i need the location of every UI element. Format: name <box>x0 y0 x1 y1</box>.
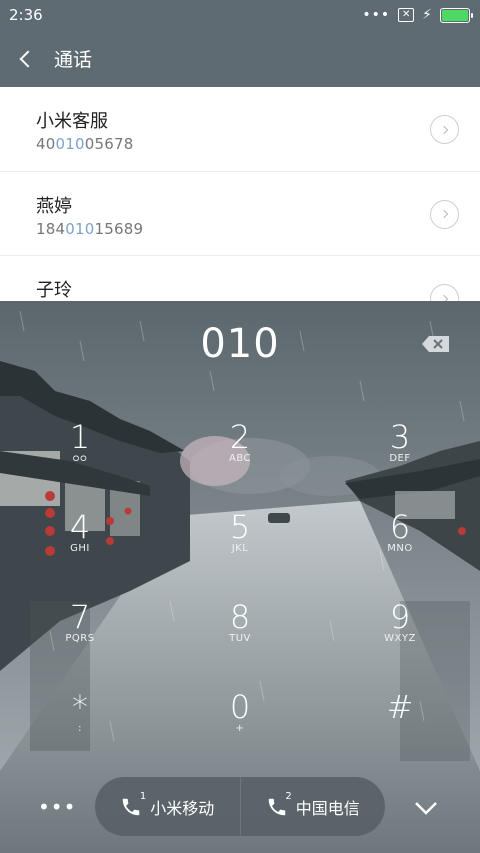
battery-fill <box>442 9 468 21</box>
voicemail-icon: ᴑᴑ <box>72 453 88 464</box>
dialed-number: 010 <box>200 321 280 367</box>
key-digit: 4 <box>69 508 91 546</box>
sim-x-icon: ✕ <box>398 8 415 22</box>
key-digit: # <box>386 688 414 726</box>
key-digit: * <box>72 688 88 726</box>
phone-sim2-icon: 2 <box>266 791 292 818</box>
key-letters: TUV <box>229 633 251 644</box>
number-suffix: 05678 <box>84 135 134 153</box>
app-header: 通话 <box>0 30 480 87</box>
contact-detail-button[interactable] <box>430 115 459 144</box>
key-letters: GHI <box>70 543 90 554</box>
more-options-button[interactable]: ••• <box>38 795 75 819</box>
contact-detail-button[interactable] <box>430 199 459 229</box>
contact-number: 4001005678 <box>36 135 133 153</box>
key-digit: 3 <box>389 418 411 456</box>
key-4[interactable]: 4 GHI <box>20 509 140 589</box>
contact-list[interactable]: 小米客服 4001005678 燕婷 18401015689 子玲 <box>0 87 480 301</box>
number-prefix: 40 <box>36 135 56 153</box>
key-digit: 0 <box>229 688 251 726</box>
key-letters: ABC <box>228 453 251 464</box>
key-digit: 6 <box>389 508 411 546</box>
key-letters: : <box>78 723 82 734</box>
chevron-down-icon <box>415 802 437 815</box>
backspace-icon <box>422 336 449 352</box>
contact-name: 小米客服 <box>36 111 108 132</box>
collapse-dialpad-button[interactable] <box>413 798 439 818</box>
sim-slot-number: 1 <box>139 790 147 802</box>
key-5[interactable]: 5 JKL <box>180 509 300 589</box>
list-item[interactable]: 小米客服 4001005678 <box>0 87 480 172</box>
key-digit: 8 <box>229 598 251 636</box>
key-digit: 2 <box>229 418 251 456</box>
key-digit: 9 <box>389 598 411 636</box>
sim1-label: 小米移动 <box>150 798 215 818</box>
key-1[interactable]: 1 ᴑᴑ <box>20 419 140 499</box>
key-star[interactable]: *: <box>20 689 140 769</box>
list-item[interactable]: 子玲 <box>0 256 480 301</box>
key-letters: PQRS <box>65 633 95 644</box>
contact-name: 子玲 <box>36 280 72 301</box>
chevron-left-icon <box>19 50 37 67</box>
more-dots-icon: ••• <box>362 7 391 23</box>
key-6[interactable]: 6 MNO <box>340 509 460 589</box>
number-suffix: 15689 <box>94 219 144 238</box>
key-digit: 1 <box>69 418 91 456</box>
key-letters: + <box>235 723 245 734</box>
backspace-button[interactable] <box>421 334 451 354</box>
chevron-right-icon <box>439 209 448 219</box>
contact-number: 18401015689 <box>36 220 143 238</box>
number-match: 010 <box>65 219 95 238</box>
chevron-right-icon <box>439 125 448 134</box>
back-button[interactable] <box>0 30 54 87</box>
status-bar: 2:36 ••• ✕ ⚡ <box>0 0 480 30</box>
key-2[interactable]: 2 ABC <box>180 419 300 499</box>
dialpad-panel: 010 1 ᴑᴑ 2 ABC 3 DEF 4 GHI 5 JKL 6 MNO 7 PQRS 8… <box>0 301 480 853</box>
key-letters: WXYZ <box>384 633 416 644</box>
number-prefix: 184 <box>36 219 66 238</box>
contact-name: 燕婷 <box>36 195 72 217</box>
contact-detail-button[interactable] <box>430 284 459 301</box>
key-letters: MNO <box>387 543 413 554</box>
key-letters: JKL <box>231 543 249 554</box>
call-sim1-button[interactable]: 1 小米移动 <box>95 777 240 836</box>
key-8[interactable]: 8 TUV <box>180 599 300 679</box>
list-item[interactable]: 燕婷 18401015689 <box>0 172 480 256</box>
key-7[interactable]: 7 PQRS <box>20 599 140 679</box>
charging-bolt-icon: ⚡ <box>422 7 432 23</box>
number-match: 010 <box>55 135 85 153</box>
key-digit: 5 <box>229 508 251 546</box>
key-digit: 7 <box>69 598 91 636</box>
sim-slot-number: 2 <box>285 790 292 802</box>
status-time: 2:36 <box>9 6 43 24</box>
page-title: 通话 <box>54 49 93 71</box>
key-letters: DEF <box>389 453 411 464</box>
chevron-right-icon <box>439 294 448 301</box>
key-hash[interactable]: # <box>340 689 460 769</box>
sim-call-bar: 1 小米移动 2 中国电信 <box>95 777 385 836</box>
phone-sim1-icon: 1 <box>120 791 146 818</box>
status-icons: ••• ✕ ⚡ <box>362 7 473 23</box>
key-3[interactable]: 3 DEF <box>340 419 460 499</box>
key-9[interactable]: 9 WXYZ <box>340 599 460 679</box>
sim2-label: 中国电信 <box>295 798 360 818</box>
call-sim2-button[interactable]: 2 中国电信 <box>241 777 386 836</box>
key-0[interactable]: 0 + <box>180 689 300 769</box>
battery-icon <box>440 7 473 23</box>
